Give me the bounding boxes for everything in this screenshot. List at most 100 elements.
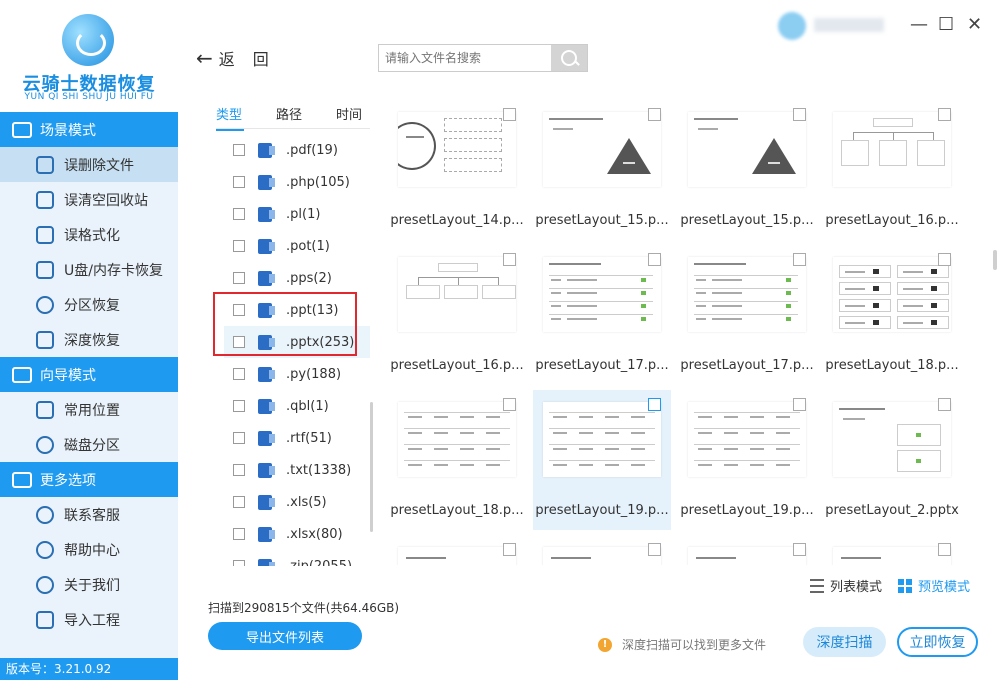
file-thumbnail (398, 547, 516, 565)
file-checkbox[interactable] (793, 108, 806, 121)
close-button[interactable]: ✕ (967, 14, 982, 35)
file-type-row[interactable]: .py(188) (224, 358, 370, 390)
file-checkbox[interactable] (938, 253, 951, 266)
recycle-bin-icon (36, 190, 54, 209)
maximize-button[interactable]: ☐ (938, 14, 954, 35)
file-checkbox[interactable] (793, 253, 806, 266)
file-checkbox[interactable] (648, 398, 661, 411)
sidebar-item[interactable]: 误格式化 (0, 217, 178, 252)
file-checkbox[interactable] (503, 543, 516, 556)
sidebar-item-label: 联系客服 (64, 507, 120, 524)
file-type-row[interactable]: .xlsx(80) (224, 518, 370, 550)
file-card[interactable]: presetLayout_14.p... (388, 100, 526, 240)
file-card[interactable]: presetLayout_18.p... (388, 390, 526, 530)
sidebar-item[interactable]: U盘/内存卡恢复 (0, 252, 178, 287)
file-checkbox[interactable] (793, 398, 806, 411)
deep-scan-button[interactable]: 深度扫描 (803, 627, 886, 657)
file-type-checkbox[interactable] (233, 464, 245, 476)
sidebar-item[interactable]: 帮助中心 (0, 532, 178, 567)
document-icon (258, 398, 275, 414)
file-type-checkbox[interactable] (233, 432, 245, 444)
file-type-checkbox[interactable] (233, 528, 245, 540)
export-list-button[interactable]: 导出文件列表 (208, 622, 362, 650)
file-checkbox[interactable] (938, 108, 951, 121)
sidebar-item[interactable]: 深度恢复 (0, 322, 178, 357)
minimize-button[interactable]: — (910, 14, 928, 35)
file-thumbnail (688, 257, 806, 332)
sidebar-item[interactable]: 常用位置 (0, 392, 178, 427)
avatar[interactable] (778, 12, 806, 40)
file-card[interactable]: presetLayout_2.pptx (823, 390, 961, 530)
type-list-scrollbar[interactable] (370, 402, 373, 532)
file-checkbox[interactable] (938, 398, 951, 411)
phone-icon (36, 505, 54, 524)
back-button[interactable]: ← 返 回 (196, 46, 269, 70)
file-type-checkbox[interactable] (233, 368, 245, 380)
sidebar-item[interactable]: 关于我们 (0, 567, 178, 602)
sidebar-item[interactable]: 误删除文件 (0, 147, 178, 182)
file-card[interactable]: presetLayout_19.p... (678, 390, 816, 530)
file-checkbox[interactable] (503, 398, 516, 411)
file-type-checkbox[interactable] (233, 240, 245, 252)
file-type-checkbox[interactable] (233, 144, 245, 156)
recover-button[interactable]: 立即恢复 (897, 627, 978, 657)
file-checkbox[interactable] (503, 108, 516, 121)
section-title: 场景模式 (40, 122, 96, 139)
file-type-row[interactable]: .php(105) (224, 166, 370, 198)
sidebar-item[interactable]: 导入工程 (0, 602, 178, 637)
version-label: 版本号：3.21.0.92 (0, 658, 178, 680)
tab-time[interactable]: 时间 (336, 104, 396, 131)
file-card[interactable] (388, 535, 526, 565)
file-card[interactable]: presetLayout_15.p... (678, 100, 816, 240)
file-checkbox[interactable] (793, 543, 806, 556)
file-card[interactable] (678, 535, 816, 565)
tip-text: 深度扫描可以找到更多文件 (622, 638, 767, 652)
sidebar-item[interactable]: 分区恢复 (0, 287, 178, 322)
tab-path[interactable]: 路径 (276, 104, 336, 131)
search-icon[interactable] (551, 45, 587, 71)
help-icon (36, 540, 54, 559)
scan-summary: 扫描到290815个文件(共64.46GB) (208, 601, 400, 615)
import-icon (36, 610, 54, 629)
file-type-checkbox[interactable] (233, 176, 245, 188)
file-checkbox[interactable] (938, 543, 951, 556)
file-card[interactable]: presetLayout_16.p... (823, 100, 961, 240)
file-type-checkbox[interactable] (233, 400, 245, 412)
file-card[interactable]: presetLayout_17.p... (678, 245, 816, 385)
file-type-row[interactable]: .pot(1) (224, 230, 370, 262)
file-card[interactable]: presetLayout_17.p... (533, 245, 671, 385)
list-mode-button[interactable]: 列表模式 (810, 576, 882, 595)
file-type-row[interactable]: .zip(2055) (224, 550, 370, 566)
file-card[interactable] (823, 535, 961, 565)
file-card[interactable]: presetLayout_19.p... (533, 390, 671, 530)
file-checkbox[interactable] (648, 253, 661, 266)
file-card[interactable]: presetLayout_16.p... (388, 245, 526, 385)
grid-scrollbar[interactable] (993, 250, 997, 270)
file-checkbox[interactable] (648, 543, 661, 556)
tab-type[interactable]: 类型 (216, 104, 244, 131)
format-icon (36, 225, 54, 244)
file-type-row[interactable]: .pl(1) (224, 198, 370, 230)
search-input[interactable] (379, 45, 551, 71)
file-type-checkbox[interactable] (233, 496, 245, 508)
file-type-checkbox[interactable] (233, 560, 245, 566)
file-card[interactable]: presetLayout_18.p... (823, 245, 961, 385)
sidebar-item[interactable]: 磁盘分区 (0, 427, 178, 462)
file-card[interactable] (533, 535, 671, 565)
file-type-row[interactable]: .pps(2) (224, 262, 370, 294)
document-icon (258, 270, 275, 286)
file-type-row[interactable]: .rtf(51) (224, 422, 370, 454)
file-type-row[interactable]: .pdf(19) (224, 134, 370, 166)
file-type-row[interactable]: .xls(5) (224, 486, 370, 518)
file-type-checkbox[interactable] (233, 272, 245, 284)
sidebar-item[interactable]: 误清空回收站 (0, 182, 178, 217)
file-card[interactable]: presetLayout_15.p... (533, 100, 671, 240)
file-type-row[interactable]: .qbl(1) (224, 390, 370, 422)
file-checkbox[interactable] (648, 108, 661, 121)
preview-mode-button[interactable]: 预览模式 (898, 576, 970, 595)
file-type-row[interactable]: .txt(1338) (224, 454, 370, 486)
file-grid: presetLayout_14.p... presetLayout_15.p...… (388, 100, 968, 565)
file-checkbox[interactable] (503, 253, 516, 266)
sidebar-item[interactable]: 联系客服 (0, 497, 178, 532)
file-type-checkbox[interactable] (233, 208, 245, 220)
